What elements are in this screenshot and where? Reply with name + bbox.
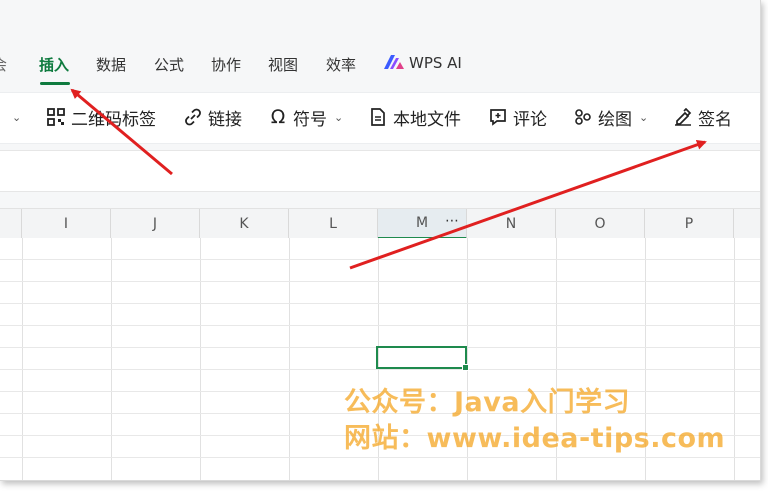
tab-formula[interactable]: 公式 — [154, 54, 184, 75]
tab-data[interactable]: 数据 — [96, 54, 126, 75]
signature-button[interactable]: 签名 — [673, 105, 732, 130]
tab-view[interactable]: 视图 — [268, 54, 298, 75]
wps-ai-logo-icon — [384, 55, 404, 69]
symbol-button[interactable]: Ω 符号 ⌄ — [268, 105, 344, 130]
chevron-down-icon: ⌄ — [12, 110, 22, 124]
shapes-icon — [573, 107, 593, 127]
chevron-down-icon: ⌄ — [334, 110, 344, 124]
tab-efficiency[interactable]: 效率 — [326, 54, 356, 75]
signature-pen-icon — [673, 107, 693, 127]
column-header-row: I J K L M ⋯ N O P — [0, 208, 760, 239]
link-icon — [183, 107, 203, 127]
column-header-k[interactable]: K — [200, 209, 289, 238]
tab-partial[interactable]: 会 — [0, 54, 7, 75]
column-header-m[interactable]: M ⋯ — [378, 209, 467, 239]
comment-icon — [488, 107, 508, 127]
drawing-label: 绘图 — [598, 109, 632, 130]
prev-dropdown-chevron[interactable]: ⌄ — [10, 105, 21, 129]
qrcode-label-text: 二维码标签 — [71, 109, 156, 130]
chevron-down-icon: ⌄ — [639, 110, 649, 124]
tab-insert[interactable]: 插入 — [39, 54, 69, 75]
selected-cell[interactable] — [376, 346, 469, 371]
drawing-button[interactable]: 绘图 ⌄ — [573, 105, 649, 130]
link-label: 链接 — [208, 109, 242, 130]
qrcode-icon — [46, 107, 66, 127]
link-button[interactable]: 链接 — [183, 105, 242, 130]
more-options-icon[interactable]: ⋯ — [445, 213, 460, 229]
column-header-i[interactable]: I — [22, 209, 111, 238]
watermark-website: 网站：www.idea-tips.com — [344, 423, 726, 454]
column-header-p[interactable]: P — [645, 209, 734, 238]
qrcode-label-button[interactable]: 二维码标签 — [46, 105, 156, 130]
column-header-o[interactable]: O — [556, 209, 645, 238]
local-file-label: 本地文件 — [393, 109, 461, 130]
file-icon — [368, 107, 388, 127]
column-header-l[interactable]: L — [289, 209, 378, 238]
column-header-blank — [0, 209, 22, 238]
column-header-m-label: M — [415, 215, 429, 231]
watermark-wechat: 公众号：Java入门学习 — [344, 387, 631, 418]
column-header-n[interactable]: N — [467, 209, 556, 238]
active-tab-indicator — [40, 82, 70, 85]
tab-wps-ai[interactable]: WPS AI — [409, 54, 462, 72]
local-file-button[interactable]: 本地文件 — [368, 105, 461, 130]
comment-label: 评论 — [513, 109, 547, 130]
column-header-j[interactable]: J — [111, 209, 200, 238]
symbol-label: 符号 — [293, 109, 327, 130]
tab-collaborate[interactable]: 协作 — [211, 54, 241, 75]
spreadsheet-window: 会 插入 数据 公式 协作 视图 效率 WPS AI ⌄ 二维码标签 链接 Ω … — [0, 0, 761, 481]
omega-icon: Ω — [270, 106, 286, 128]
comment-button[interactable]: 评论 — [488, 105, 547, 130]
signature-label: 签名 — [698, 109, 732, 130]
formula-bar[interactable] — [0, 150, 760, 192]
fill-handle[interactable] — [462, 364, 469, 371]
ribbon-toolbar: ⌄ 二维码标签 链接 Ω 符号 ⌄ 本地文件 评论 绘图 ⌄ 签名 — [0, 92, 760, 144]
